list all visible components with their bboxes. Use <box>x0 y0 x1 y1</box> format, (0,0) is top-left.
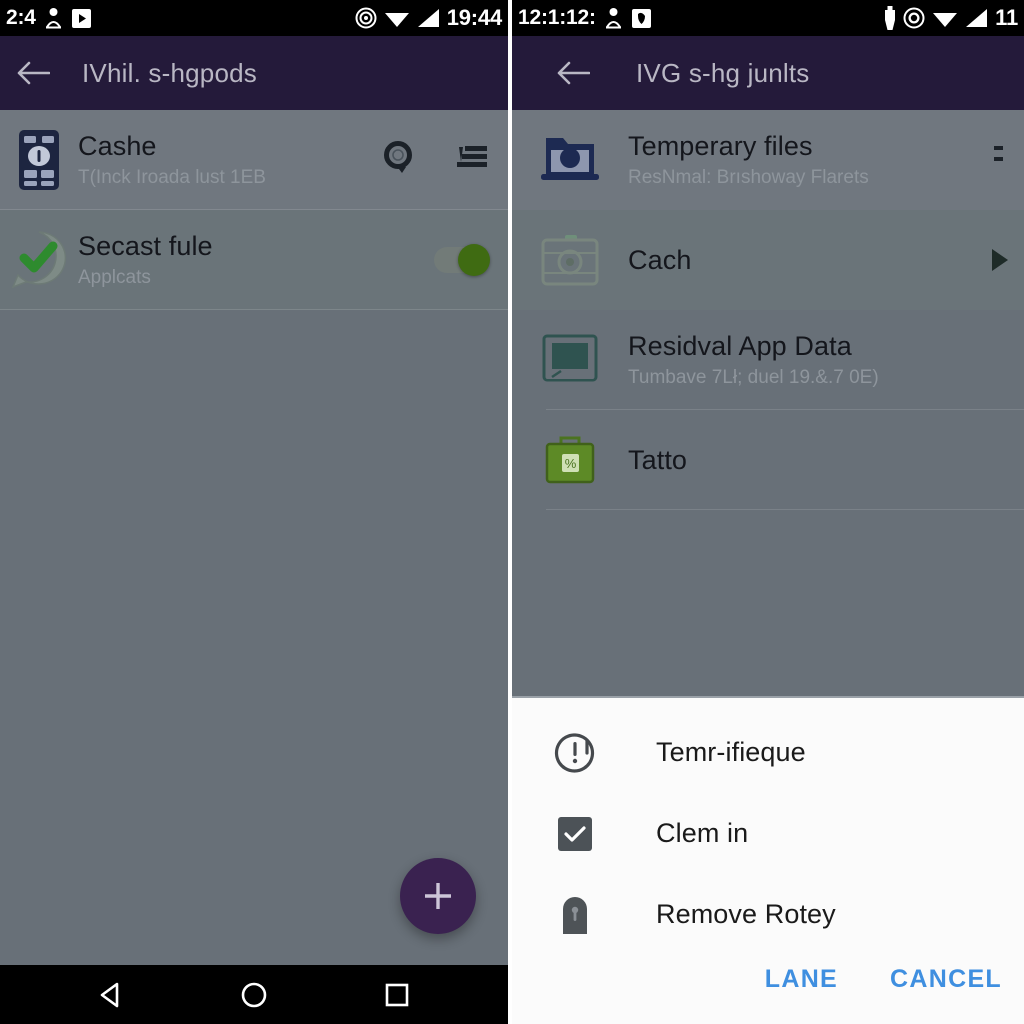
list-item-title: Residval App Data <box>628 330 852 361</box>
list-item-cach[interactable]: Cach <box>512 210 1024 310</box>
left-phone-panel: 2:4 19:44 IVhil. s-hgpods Cashe T(Inck I… <box>0 0 508 1024</box>
right-status-bar: 12:1:12: 11 <box>512 0 1024 36</box>
signal-icon <box>417 8 440 28</box>
toggle-switch[interactable] <box>434 244 490 276</box>
dual-screenshot-composite: 2:4 19:44 IVhil. s-hgpods Cashe T(Inck I… <box>0 0 1024 1024</box>
list-item-actions <box>992 249 1010 271</box>
list-item-text-group: Residval App Data Tumbave 7Lł; duel 19.&… <box>628 331 1010 389</box>
nav-back-icon[interactable] <box>76 971 146 1019</box>
right-phone-panel: 12:1:12: 11 IVG s-hg junlts Temperary fi… <box>512 0 1024 1024</box>
dialog-options-list: Temr-ifieque Clem in Remove Rotey <box>512 698 1024 955</box>
android-nav-bar <box>0 965 508 1024</box>
dialog-option-label: Temr-ifieque <box>656 737 806 767</box>
tombstone-delete-icon <box>544 894 606 936</box>
bottom-sheet-dialog: Temr-ifieque Clem in Remove Rotey LANE C… <box>512 696 1024 1024</box>
dialog-option-label: Clem in <box>656 818 749 848</box>
list-item-subtitle: ResNmal: Brıshoway Flarets <box>628 167 869 189</box>
left-app-bar-title: IVhil. s-hgpods <box>82 57 257 88</box>
checkbox-box <box>558 816 592 851</box>
list-item-secast-fule[interactable]: Secast fule Applcats <box>0 210 508 310</box>
status-time: 11 <box>995 5 1018 30</box>
monitor-icon <box>512 333 628 387</box>
checkbox-checked-icon[interactable] <box>544 816 606 851</box>
toggle-knob <box>458 244 490 276</box>
back-arrow-icon[interactable] <box>10 50 56 96</box>
list-item-text-group: Cashe T(Inck Iroada lust 1EB <box>78 131 382 189</box>
plus-icon <box>425 883 451 909</box>
list-item-tatto[interactable]: % Tatto <box>512 410 1024 510</box>
list-item-text-group: Cach <box>628 245 992 275</box>
phone-remote-icon <box>0 129 78 191</box>
back-arrow-icon[interactable] <box>550 50 596 96</box>
play-box-icon <box>631 8 652 29</box>
left-status-left-group: 2:4 <box>6 6 92 30</box>
status-time: 19:44 <box>446 5 502 30</box>
list-item-cashe[interactable]: Cashe T(Inck Iroada lust 1EB <box>0 110 508 210</box>
nav-home-icon[interactable] <box>219 971 289 1019</box>
play-box-icon <box>71 8 92 29</box>
dialog-option-temr-ifieque[interactable]: Temr-ifieque <box>512 712 1024 793</box>
briefcase-icon: % <box>512 433 628 487</box>
error-clock-icon <box>544 732 606 774</box>
spiral-icon <box>355 7 377 29</box>
left-status-right-group: 19:44 <box>355 5 502 31</box>
list-item-temperary-files[interactable]: Temperary files ResNmal: Brıshoway Flare… <box>512 110 1024 210</box>
signal-icon <box>965 8 988 28</box>
left-app-bar: IVhil. s-hgpods <box>0 36 508 110</box>
status-clock: 12:1:12: <box>518 6 596 29</box>
nav-recents-icon[interactable] <box>362 971 432 1019</box>
list-item-title: Secast fule <box>78 230 213 261</box>
list-item-actions <box>994 141 1010 180</box>
battery-icon <box>884 6 896 30</box>
add-fab-button[interactable] <box>400 858 476 934</box>
left-status-bar: 2:4 19:44 <box>0 0 508 36</box>
right-app-bar-title: IVG s-hg junlts <box>636 57 810 88</box>
dialog-action-buttons: LANE CANCEL <box>512 955 1024 1024</box>
list-item-subtitle: T(Inck Iroada lust 1EB <box>78 167 266 189</box>
list-item-subtitle: Applcats <box>78 267 151 289</box>
edge-clipped-icon[interactable] <box>994 141 1004 180</box>
dialog-option-clem-in[interactable]: Clem in <box>512 793 1024 874</box>
list-item-actions <box>382 140 494 181</box>
right-list: Temperary files ResNmal: Brıshoway Flare… <box>512 110 1024 510</box>
dialog-option-remove-rotey[interactable]: Remove Rotey <box>512 874 1024 955</box>
sort-list-icon[interactable] <box>454 143 488 178</box>
right-app-bar: IVG s-hg junlts <box>512 36 1024 110</box>
list-item-title: Cach <box>628 244 692 275</box>
list-item-actions <box>434 244 494 276</box>
status-clock: 2:4 <box>6 6 36 29</box>
cancel-button[interactable]: CANCEL <box>876 955 1016 1004</box>
list-item-title: Tatto <box>628 444 688 475</box>
list-item-text-group: Tatto <box>628 445 1010 475</box>
list-item-text-group: Secast fule Applcats <box>78 231 434 289</box>
list-item-subtitle: Tumbave 7Lł; duel 19.&.7 0E) <box>628 367 879 389</box>
wifi-icon <box>384 8 410 28</box>
svg-text:%: % <box>565 456 577 471</box>
chat-check-icon <box>0 229 78 291</box>
list-item-residval-app-data[interactable]: Residval App Data Tumbave 7Lł; duel 19.&… <box>512 310 1024 410</box>
dialog-option-label: Remove Rotey <box>656 899 836 929</box>
list-item-title: Cashe <box>78 130 157 161</box>
spiral-icon <box>903 7 925 29</box>
list-item-title: Temperary files <box>628 130 813 161</box>
list-item-text-group: Temperary files ResNmal: Brıshoway Flare… <box>628 131 994 189</box>
camera-icon <box>512 233 628 287</box>
right-status-left-group: 12:1:12: <box>518 6 652 30</box>
play-arrow-icon[interactable] <box>992 249 1008 271</box>
person-icon <box>605 7 622 29</box>
left-list: Cashe T(Inck Iroada lust 1EB Secast fule… <box>0 110 508 310</box>
folder-photo-icon <box>512 132 628 188</box>
right-status-right-group: 11 <box>884 5 1018 31</box>
lane-button[interactable]: LANE <box>751 955 852 1004</box>
person-icon <box>45 7 62 29</box>
search-icon[interactable] <box>382 140 416 181</box>
wifi-icon <box>932 8 958 28</box>
